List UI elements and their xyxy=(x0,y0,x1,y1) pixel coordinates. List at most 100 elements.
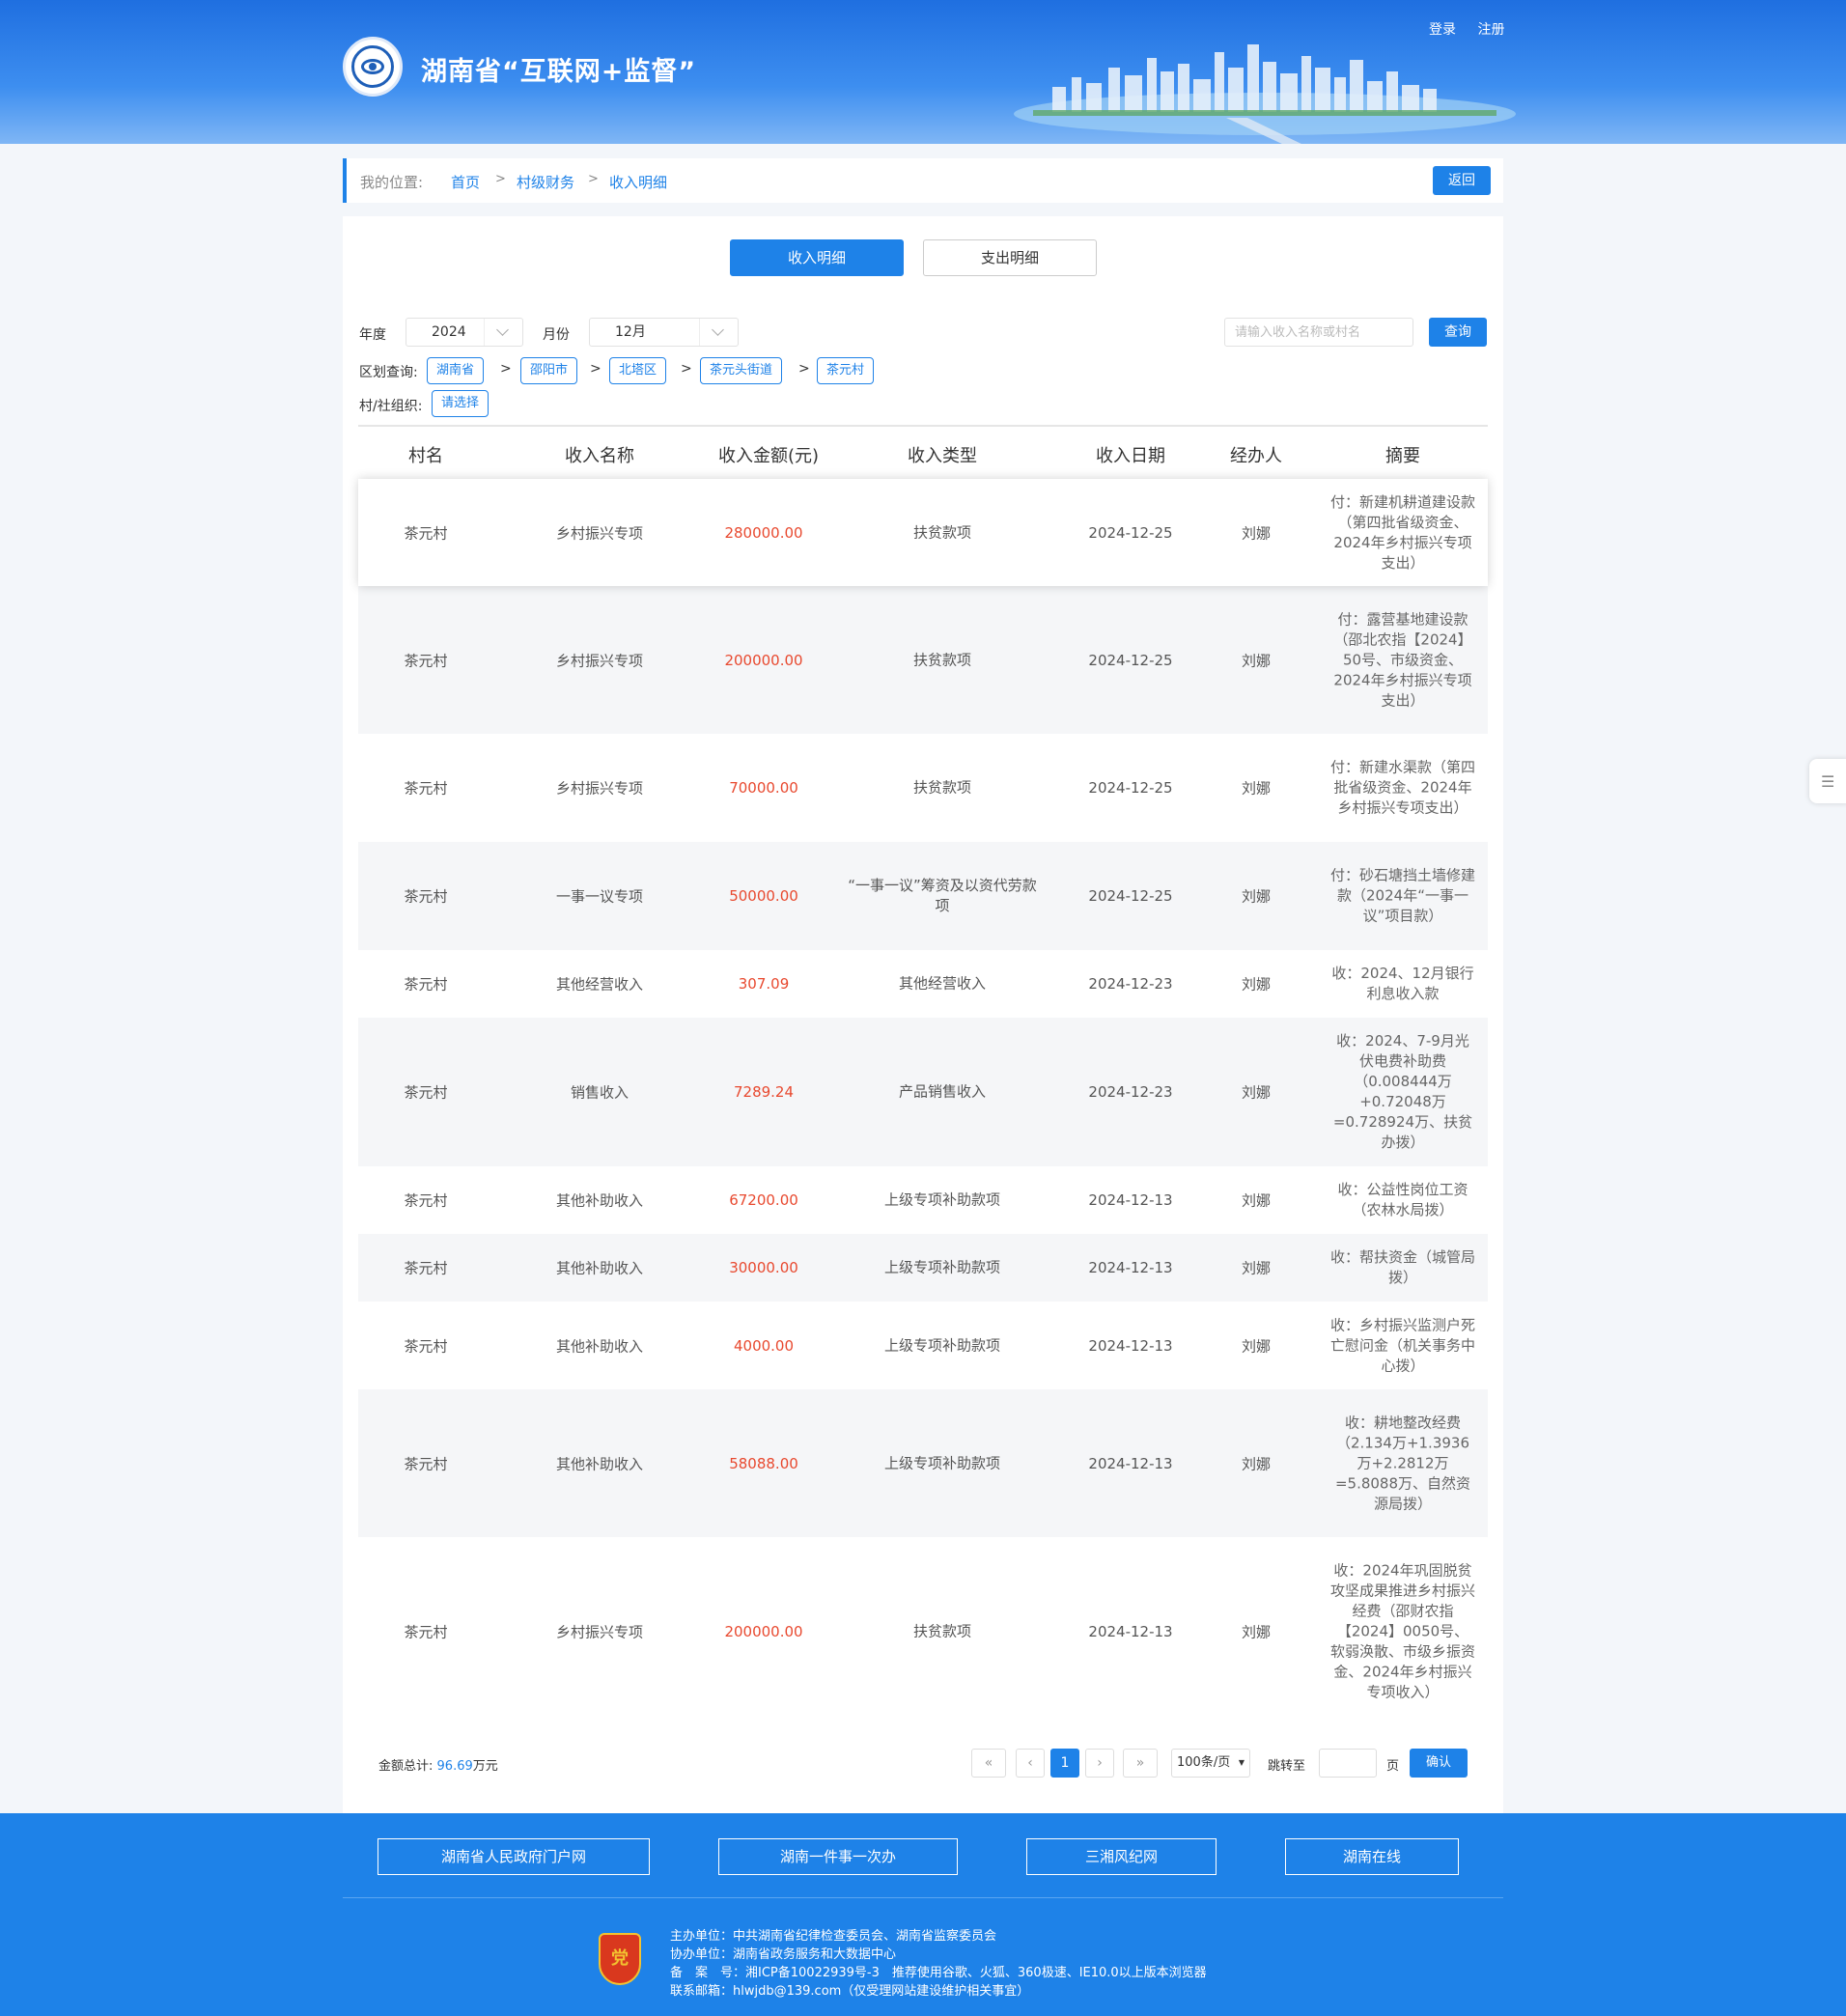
cell-village: 茶元村 xyxy=(404,1337,448,1355)
region-tag-village[interactable]: 茶元村 xyxy=(817,357,875,384)
cell-summary: 付：露营基地建设款（邵北农指【2024】50号、市级资金、2024年乡村振兴专项… xyxy=(1333,610,1472,709)
cell-income-name: 其他补助收入 xyxy=(555,1191,643,1210)
cell-village: 茶元村 xyxy=(404,975,448,994)
footer-link-sanxiang[interactable]: 三湘风纪网 xyxy=(1026,1838,1217,1875)
page-1-button[interactable]: 1 xyxy=(1050,1749,1079,1778)
tab-income-detail[interactable]: 收入明细 xyxy=(730,239,904,276)
cell-amount: 200000.00 xyxy=(724,1623,803,1640)
region-separator: > xyxy=(590,361,601,377)
cell-village: 茶元村 xyxy=(404,779,448,798)
cell-amount: 58088.00 xyxy=(729,1454,798,1472)
cell-handler: 刘娜 xyxy=(1241,1337,1271,1355)
cell-village: 茶元村 xyxy=(404,1623,448,1641)
cell-date: 2024-12-25 xyxy=(1088,523,1173,542)
month-label: 月份 xyxy=(543,327,570,343)
table-row[interactable]: 茶元村 乡村振兴专项 200000.00 扶贫款项 2024-12-13 刘娜 收：2024… xyxy=(358,1537,1488,1726)
cell-date: 2024-12-13 xyxy=(1088,1454,1173,1472)
chevron-down-icon xyxy=(699,319,738,346)
side-floating-tab[interactable]: ☰ xyxy=(1809,759,1846,803)
table-row[interactable]: 茶元村 其他补助收入 58088.00 上级专项补助款项 2024-12-13 刘娜 收：耕… xyxy=(358,1389,1488,1537)
year-select[interactable]: 2024 xyxy=(406,318,523,347)
cell-summary: 付：砂石塘挡土墙修建款（2024年“一事一议”项目款） xyxy=(1330,866,1476,925)
cell-handler: 刘娜 xyxy=(1241,1259,1271,1277)
cell-summary: 收：2024、7-9月光伏电费补助费（0.008444万+0.72048万=0.… xyxy=(1332,1032,1473,1151)
table-row[interactable]: 茶元村 其他补助收入 67200.00 上级专项补助款项 2024-12-13 刘娜 收：公… xyxy=(358,1166,1488,1234)
cell-summary: 付：新建机耕道建设款（第四批省级资金、2024年乡村振兴专项支出） xyxy=(1330,492,1476,572)
column-header-date: 收入日期 xyxy=(1096,446,1165,466)
breadcrumb-home[interactable]: 首页 xyxy=(451,172,480,192)
cell-income-type: 上级专项补助款项 xyxy=(883,1258,1000,1276)
jump-label: 跳转至 xyxy=(1268,1759,1306,1774)
table-row[interactable]: 茶元村 其他补助收入 30000.00 上级专项补助款项 2024-12-13 刘娜 收：帮… xyxy=(358,1234,1488,1302)
column-header-amount: 收入金额(元) xyxy=(717,446,820,466)
cell-income-name: 其他补助收入 xyxy=(555,1259,643,1277)
last-page-button[interactable]: » xyxy=(1123,1749,1158,1778)
amount-total-label: 金额总计: xyxy=(378,1759,434,1774)
cell-village: 茶元村 xyxy=(404,1191,448,1210)
cell-summary: 付：新建水渠款（第四批省级资金、2024年乡村振兴专项支出） xyxy=(1330,758,1476,817)
cell-handler: 刘娜 xyxy=(1241,887,1271,906)
cell-income-name: 其他补助收入 xyxy=(555,1337,643,1355)
cell-income-name: 其他经营收入 xyxy=(555,975,643,994)
cell-handler: 刘娜 xyxy=(1241,1191,1271,1210)
table-row[interactable]: 茶元村 其他经营收入 307.09 其他经营收入 2024-12-23 刘娜 收：2024、… xyxy=(358,950,1488,1018)
search-input[interactable] xyxy=(1224,318,1413,347)
footer-link-gov-portal[interactable]: 湖南省人民政府门户网 xyxy=(378,1838,650,1875)
cell-income-name: 乡村振兴专项 xyxy=(555,1623,643,1641)
cell-income-name: 一事一议专项 xyxy=(555,887,643,906)
cell-summary: 收：2024年巩固脱贫攻坚成果推进乡村振兴经费（邵财农指【2024】0050号、… xyxy=(1330,1561,1476,1701)
village-org-select[interactable]: 请选择 xyxy=(432,390,489,417)
region-separator: > xyxy=(681,361,692,377)
footer-icp: 备 案 号：湘ICP备10022939号-3 推荐使用谷歌、火狐、360极速、I… xyxy=(670,1966,1207,1980)
footer-co-host-unit: 协办单位：湖南省政务服务和大数据中心 xyxy=(670,1947,897,1962)
table-row[interactable]: 茶元村 乡村振兴专项 70000.00 扶贫款项 2024-12-25 刘娜 付：新建水渠款… xyxy=(358,734,1488,842)
cell-handler: 刘娜 xyxy=(1241,524,1271,542)
site-footer: 湖南省人民政府门户网 湖南一件事一次办 三湘风纪网 湖南在线 党 主办单位：中共… xyxy=(0,1813,1846,2016)
breadcrumb-village-finance[interactable]: 村级财务 xyxy=(517,172,574,192)
region-tag-district[interactable]: 北塔区 xyxy=(609,357,667,384)
cell-summary: 收：2024、12月银行利息收入款 xyxy=(1331,965,1474,1002)
village-org-label: 村/社组织: xyxy=(359,399,423,414)
cell-village: 茶元村 xyxy=(404,1259,448,1277)
main-panel: 收入明细 支出明细 年度 2024 月份 12月 查询 区划查询: 湖南省 > … xyxy=(343,216,1503,1815)
cell-income-type: 上级专项补助款项 xyxy=(883,1454,1000,1471)
table-row[interactable]: 茶元村 乡村振兴专项 280000.00 扶贫款项 2024-12-25 刘娜 付：新建机耕… xyxy=(358,479,1488,586)
cell-village: 茶元村 xyxy=(404,652,448,669)
tab-expense-detail[interactable]: 支出明细 xyxy=(923,239,1097,276)
region-tag-city[interactable]: 邵阳市 xyxy=(520,357,578,384)
footer-link-one-thing[interactable]: 湖南一件事一次办 xyxy=(718,1838,958,1875)
table-row[interactable]: 茶元村 销售收入 7289.24 产品销售收入 2024-12-23 刘娜 收：2024、7… xyxy=(358,1018,1488,1166)
income-table: 村名 收入名称 收入金额(元) 收入类型 收入日期 经办人 摘要 茶元村 乡村振兴… xyxy=(358,425,1488,1726)
next-page-button[interactable]: › xyxy=(1085,1749,1114,1778)
login-link[interactable]: 登录 xyxy=(1429,22,1456,38)
table-row[interactable]: 茶元村 其他补助收入 4000.00 上级专项补助款项 2024-12-13 刘娜 收：乡村… xyxy=(358,1302,1488,1389)
party-government-emblem-icon[interactable]: 党 xyxy=(599,1933,641,1985)
site-title: 湖南省“互联网+监督” xyxy=(421,57,697,87)
cell-amount: 30000.00 xyxy=(729,1259,798,1276)
region-tag-street[interactable]: 茶元头街道 xyxy=(700,357,783,384)
table-row[interactable]: 茶元村 乡村振兴专项 200000.00 扶贫款项 2024-12-25 刘娜 付：露营基地… xyxy=(358,586,1488,734)
region-tag-province[interactable]: 湖南省 xyxy=(427,357,485,384)
region-label: 区划查询: xyxy=(359,365,418,380)
prev-page-button[interactable]: ‹ xyxy=(1016,1749,1045,1778)
table-body: 茶元村 乡村振兴专项 280000.00 扶贫款项 2024-12-25 刘娜 付：新建机耕… xyxy=(358,479,1488,1726)
footer-divider xyxy=(343,1897,1503,1898)
cell-amount: 7289.24 xyxy=(733,1083,795,1101)
first-page-button[interactable]: « xyxy=(971,1749,1006,1778)
cell-summary: 收：公益性岗位工资（农林水局拨） xyxy=(1337,1181,1468,1218)
cell-income-type: 上级专项补助款项 xyxy=(883,1190,1000,1209)
breadcrumb-income-detail[interactable]: 收入明细 xyxy=(609,172,667,192)
jump-confirm-button[interactable]: 确认 xyxy=(1410,1749,1468,1778)
back-button[interactable]: 返回 xyxy=(1433,166,1491,195)
register-link[interactable]: 注册 xyxy=(1477,22,1504,38)
table-row[interactable]: 茶元村 一事一议专项 50000.00 “一事一议”筹资及以资代劳款项 2024-12-… xyxy=(358,842,1488,950)
region-separator: > xyxy=(798,361,810,377)
cell-income-name: 其他补助收入 xyxy=(555,1455,643,1472)
query-button[interactable]: 查询 xyxy=(1429,318,1487,347)
month-select[interactable]: 12月 xyxy=(589,318,739,347)
jump-page-input[interactable] xyxy=(1319,1749,1377,1778)
site-logo[interactable] xyxy=(343,37,403,97)
per-page-select[interactable]: 100条/页 xyxy=(1171,1749,1250,1778)
footer-link-hunan-online[interactable]: 湖南在线 xyxy=(1285,1838,1459,1875)
cell-village: 茶元村 xyxy=(404,887,448,906)
